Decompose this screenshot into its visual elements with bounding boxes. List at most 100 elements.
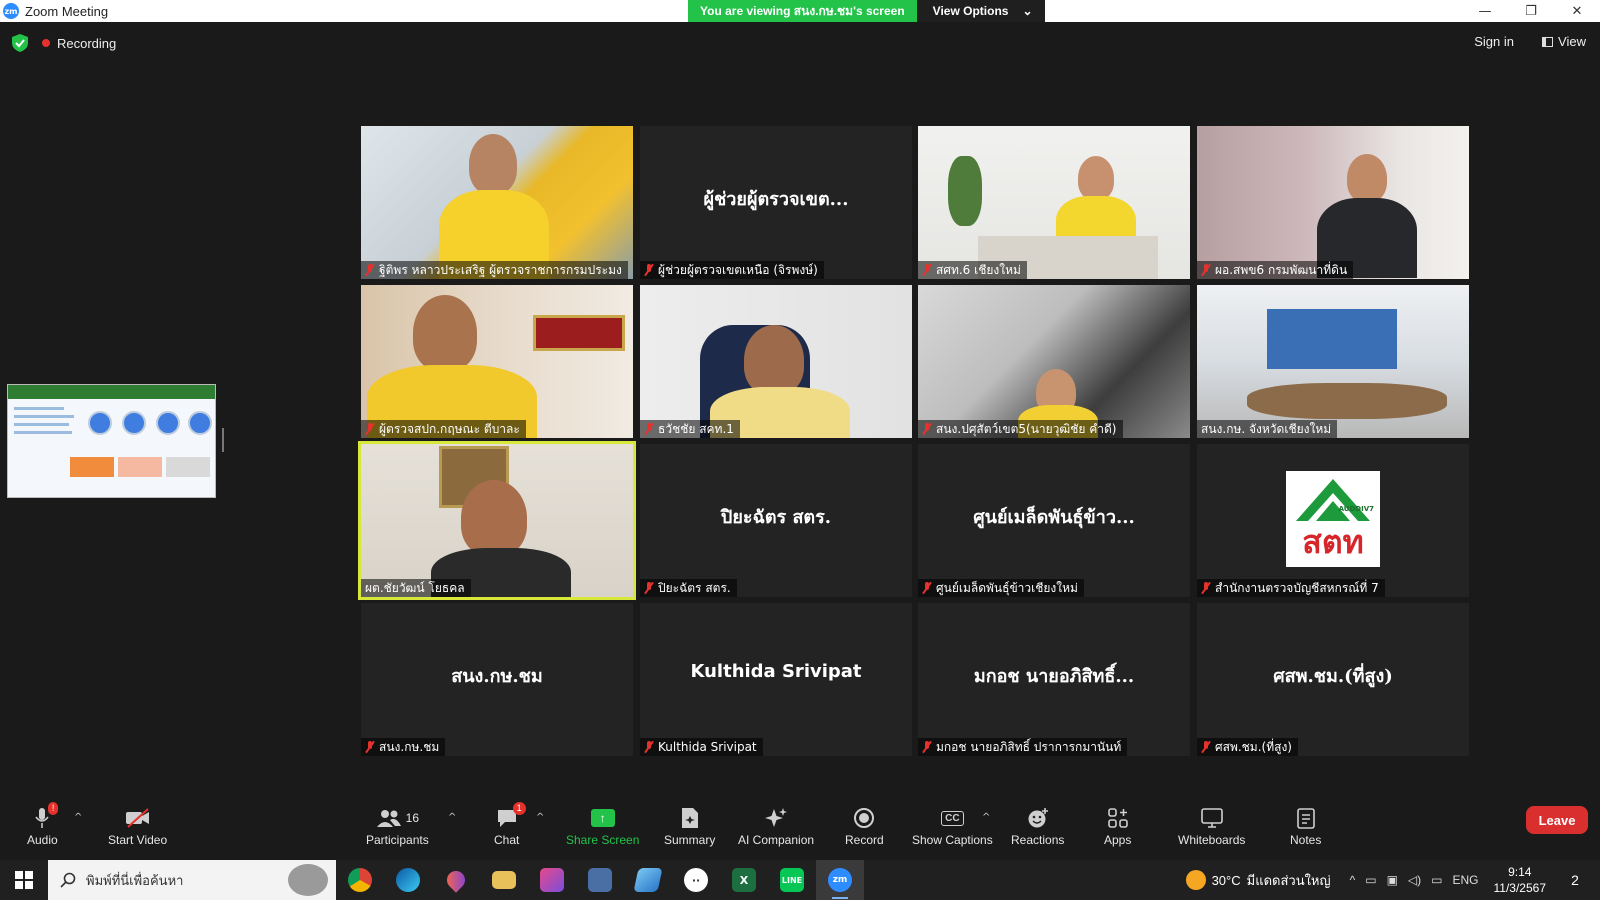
participant-video	[461, 480, 527, 556]
participant-name: มกอช นายอภิสิทธิ์ ปราการกมานันท์	[936, 739, 1122, 754]
plant-decor	[948, 156, 982, 226]
video-tile[interactable]: ผู้ช่วยผู้ตรวจเขต... ผู้ช่วยผู้ตรวจเขตเห…	[640, 126, 912, 279]
folder-icon	[492, 871, 516, 889]
view-label: View	[1558, 34, 1586, 49]
video-tile-active-speaker[interactable]: ผต.ชัยวัฒน์ โยธคล	[358, 441, 636, 600]
start-video-button[interactable]: Start Video	[108, 806, 167, 847]
weather-widget[interactable]: 30°C มีแดดส่วนใหญ่	[1185, 870, 1331, 891]
viewing-screen-text: You are viewing สนง.กษ.ชม's screen	[688, 0, 917, 22]
participants-icon: 16	[376, 806, 419, 830]
shared-screen-thumbnail[interactable]	[7, 384, 216, 498]
network-icon[interactable]: ▣	[1387, 873, 1398, 887]
participant-name: ผอ.สพข6 กรมพัฒนาที่ดิน	[1215, 262, 1348, 277]
security-shield-icon[interactable]	[12, 34, 28, 52]
participant-name: สนง.กษ.ชม	[379, 739, 440, 754]
taskbar-app-drop[interactable]	[432, 860, 480, 900]
notes-label: Notes	[1290, 833, 1322, 847]
show-hidden-icons-icon[interactable]: ^	[1350, 873, 1356, 887]
excel-icon: X	[732, 868, 756, 892]
slide-block	[70, 457, 114, 477]
taskbar-app-pencil[interactable]	[528, 860, 576, 900]
taskbar-edge[interactable]	[384, 860, 432, 900]
video-tile[interactable]: ผอ.สพข6 กรมพัฒนาที่ดิน	[1197, 126, 1469, 279]
sparkle-icon	[764, 806, 788, 830]
audio-options-caret-icon[interactable]: ^	[74, 812, 82, 823]
video-tile[interactable]: มกอช นายอภิสิทธิ์... มกอช นายอภิสิทธิ์ ป…	[918, 603, 1190, 756]
weather-desc: มีแดดส่วนใหญ่	[1246, 872, 1331, 888]
video-tile[interactable]: ศูนย์เมล็ดพันธุ์ข้าว... ศูนย์เมล็ดพันธุ์…	[918, 444, 1190, 597]
audio-button[interactable]: ! Audio	[27, 802, 59, 847]
video-tile[interactable]: ธวัชชัย สคท.1	[640, 285, 912, 438]
participant-name: ผต.ชัยวัฒน์ โยธคล	[365, 580, 465, 595]
clock-date: 11/3/2567	[1493, 881, 1547, 895]
close-button[interactable]: ✕	[1554, 0, 1600, 22]
ai-companion-button[interactable]: AI Companion	[738, 806, 814, 847]
chat-options-caret-icon[interactable]: ^	[536, 812, 544, 823]
video-tile[interactable]: ศสพ.ชม.(ที่สูง) ศสพ.ชม.(ที่สูง)	[1197, 603, 1469, 756]
summary-button[interactable]: Summary	[664, 806, 715, 847]
video-feed	[918, 126, 1190, 279]
taskbar-app-dots[interactable]: ··	[672, 860, 720, 900]
video-tile[interactable]: สศท.6 เชียงใหม่	[918, 126, 1190, 279]
slide-block	[118, 457, 162, 477]
drop-app-icon	[443, 867, 469, 893]
video-tile[interactable]: ฐิติพร หลาวประเสริฐ ผู้ตรวจราชการกรมประม…	[361, 126, 633, 279]
reactions-button[interactable]: Reactions	[1011, 806, 1064, 847]
input-language[interactable]: ENG	[1452, 873, 1478, 887]
slide-circle	[188, 411, 212, 435]
zoom-logo-icon: zm	[3, 3, 19, 19]
view-options-button[interactable]: View Options ⌄	[916, 0, 1045, 22]
show-captions-button[interactable]: CC Show Captions	[912, 806, 993, 847]
whiteboards-button[interactable]: Whiteboards	[1178, 806, 1245, 847]
video-tile[interactable]: สนง.กษ. จังหวัดเชียงใหม่	[1197, 285, 1469, 438]
volume-icon[interactable]: ◁)	[1408, 873, 1421, 887]
restore-button[interactable]: ❐	[1508, 0, 1554, 22]
participants-button[interactable]: 16 Participants	[366, 806, 429, 847]
video-tile[interactable]: สนง.ปศุสัตว์เขต5(นายวุฒิชัย คำดี)	[918, 285, 1190, 438]
start-button[interactable]	[0, 860, 48, 900]
taskbar-line[interactable]: LINE	[768, 860, 816, 900]
captions-options-caret-icon[interactable]: ^	[982, 812, 990, 823]
meet-icon[interactable]: ▭	[1365, 873, 1376, 887]
view-button[interactable]: View	[1542, 34, 1586, 49]
participant-name-label: ธวัชชัย สคท.1	[640, 420, 740, 438]
taskbar-file-explorer[interactable]	[480, 860, 528, 900]
apps-button[interactable]: Apps	[1104, 806, 1131, 847]
taskbar-search-box[interactable]: พิมพ์ที่นี่เพื่อค้นหา	[48, 860, 336, 900]
video-tile[interactable]: ปิยะฉัตร สตร. ปิยะฉัตร สตร.	[640, 444, 912, 597]
recording-label[interactable]: Recording	[57, 36, 116, 51]
sign-in-link[interactable]: Sign in	[1474, 34, 1514, 49]
share-screen-button[interactable]: ↑ Share Screen	[566, 806, 639, 847]
search-placeholder: พิมพ์ที่นี่เพื่อค้นหา	[86, 873, 184, 889]
participants-label: Participants	[366, 833, 429, 847]
notes-button[interactable]: Notes	[1290, 806, 1321, 847]
meeting-toolbar: ! Audio ^ Start Video 16 Participants ^ …	[0, 800, 1600, 857]
taskbar-zoom[interactable]: zm	[816, 860, 864, 900]
slide-line	[14, 423, 69, 426]
participant-name: ฐิติพร หลาวประเสริฐ ผู้ตรวจราชการกรมประม…	[379, 262, 622, 277]
video-tile[interactable]: Kulthida Srivipat Kulthida Srivipat	[640, 603, 912, 756]
participant-name-label: สนง.กษ. จังหวัดเชียงใหม่	[1197, 420, 1338, 438]
taskbar-calculator[interactable]	[576, 860, 624, 900]
video-tile[interactable]: สตท AUDDIV7 สำนักงานตรวจบัญชีสหกรณ์ที่ 7	[1197, 444, 1469, 597]
edge-icon	[396, 868, 420, 892]
video-tile[interactable]: ผู้ตรวจสปก.กฤษณะ ตีบาละ	[361, 285, 633, 438]
chat-button[interactable]: 1 Chat	[494, 802, 526, 847]
participants-options-caret-icon[interactable]: ^	[448, 812, 456, 823]
display-icon[interactable]: ▭	[1431, 873, 1442, 887]
participant-video	[1347, 154, 1387, 202]
taskbar-app-blue[interactable]	[624, 860, 672, 900]
notification-center-icon[interactable]: 2	[1560, 872, 1590, 888]
participant-video	[413, 295, 477, 371]
panel-resize-handle[interactable]	[222, 428, 224, 452]
mic-muted-icon	[644, 582, 654, 594]
participant-name: สนง.กษ. จังหวัดเชียงใหม่	[1201, 421, 1332, 436]
taskbar-chrome[interactable]	[336, 860, 384, 900]
participant-name-label: ผอ.สพข6 กรมพัฒนาที่ดิน	[1197, 261, 1354, 279]
record-button[interactable]: Record	[845, 806, 884, 847]
taskbar-excel[interactable]: X	[720, 860, 768, 900]
leave-button[interactable]: Leave	[1526, 806, 1588, 834]
video-tile[interactable]: สนง.กษ.ชม สนง.กษ.ชม	[361, 603, 633, 756]
minimize-button[interactable]: —	[1462, 0, 1508, 22]
taskbar-clock[interactable]: 9:14 11/3/2567	[1494, 864, 1547, 896]
